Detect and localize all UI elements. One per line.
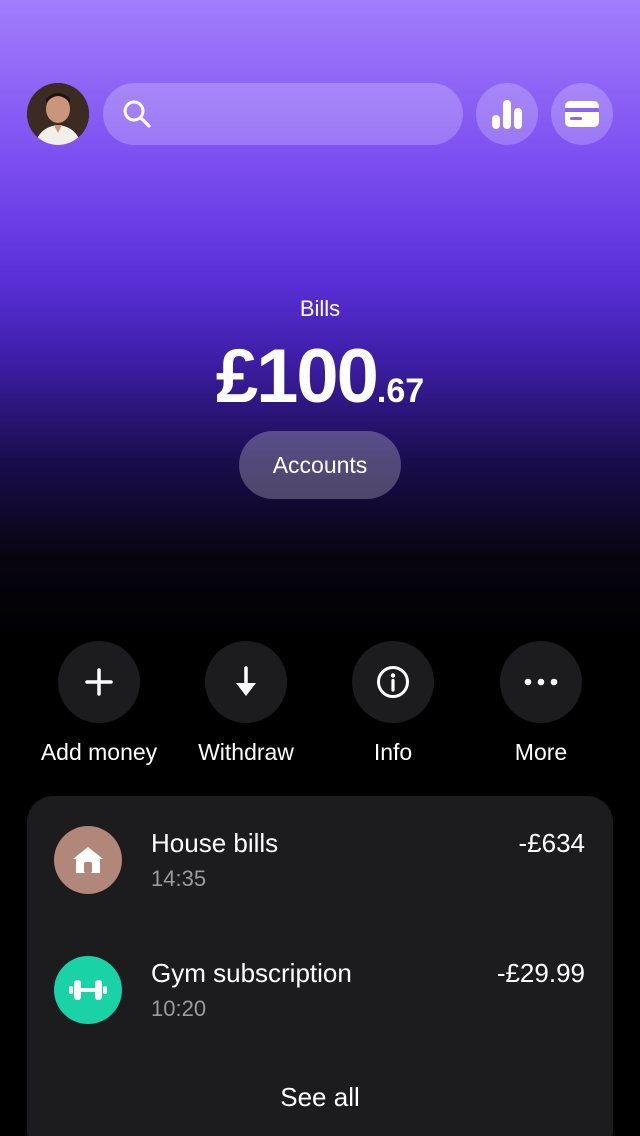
balance-cents: .67: [376, 372, 425, 410]
top-bar: [27, 83, 613, 145]
more-label: More: [514, 739, 568, 765]
info-label: Info: [373, 739, 413, 765]
transaction-amount: -£634: [518, 828, 586, 858]
avatar[interactable]: [27, 83, 89, 145]
more-button[interactable]: [500, 641, 582, 723]
accounts-button[interactable]: Accounts: [239, 431, 401, 499]
dumbbell-icon: [69, 980, 107, 1000]
stats-button[interactable]: [476, 83, 538, 145]
info-action[interactable]: Info: [318, 641, 468, 766]
more-action[interactable]: More: [466, 641, 616, 766]
transaction-title: Gym subscription: [151, 958, 352, 988]
transaction-row[interactable]: Gym subscription 10:20 -£29.99: [27, 956, 613, 1036]
cards-button[interactable]: [551, 83, 613, 145]
transaction-time: 10:20: [151, 996, 207, 1021]
house-icon-badge: [54, 826, 122, 894]
withdraw-action[interactable]: Withdraw: [171, 641, 321, 766]
quick-actions: Add money Withdraw Info More: [0, 641, 640, 771]
balance-main: £100: [215, 334, 379, 419]
bar-chart-icon: [492, 100, 522, 129]
see-all-link[interactable]: See all: [27, 1082, 613, 1113]
plus-icon: [85, 668, 113, 696]
info-icon: [377, 666, 409, 698]
account-name: Bills: [299, 296, 341, 321]
withdraw-button[interactable]: [205, 641, 287, 723]
transaction-time: 14:35: [151, 866, 207, 891]
transactions-card: House bills 14:35 -£634 Gym subscription…: [27, 796, 613, 1136]
more-icon: [524, 678, 558, 686]
add-money-label: Add money: [40, 739, 158, 765]
house-icon: [73, 847, 103, 873]
withdraw-label: Withdraw: [198, 739, 294, 765]
transaction-title: House bills: [151, 828, 279, 858]
dumbbell-icon-badge: [54, 956, 122, 1024]
info-button[interactable]: [352, 641, 434, 723]
transaction-amount: -£29.99: [496, 958, 585, 988]
search-input[interactable]: [103, 83, 463, 145]
credit-card-icon: [565, 101, 599, 127]
search-icon: [123, 100, 151, 128]
avatar-icon: [27, 83, 89, 145]
balance-amount: £100.67: [0, 333, 640, 420]
add-money-action[interactable]: Add money: [24, 641, 174, 766]
transaction-row[interactable]: House bills 14:35 -£634: [27, 826, 613, 906]
add-money-button[interactable]: [58, 641, 140, 723]
arrow-down-icon: [236, 666, 256, 696]
